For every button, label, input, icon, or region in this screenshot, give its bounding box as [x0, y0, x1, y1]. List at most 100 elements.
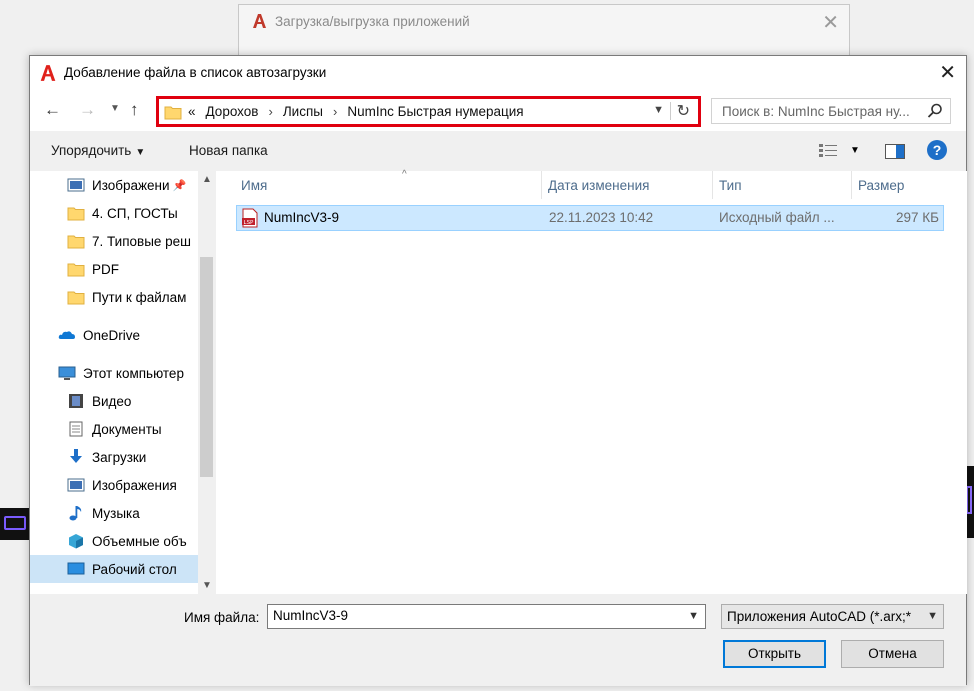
autocad-logo-icon [253, 14, 266, 28]
organize-label: Упорядочить [51, 143, 132, 158]
sidebar-item-label: Изображения [92, 477, 177, 493]
forward-button[interactable]: → [79, 100, 96, 120]
column-header-date[interactable]: Дата изменения [543, 171, 713, 199]
file-list: Имя ^ Дата изменения Тип Размер LSP NumI… [216, 169, 967, 594]
new-folder-button[interactable]: Новая папка [189, 143, 268, 158]
column-header-label: Имя [241, 178, 268, 193]
music-icon [69, 506, 82, 521]
back-button[interactable]: ← [44, 100, 61, 120]
sidebar-item-label: Рабочий стол [92, 561, 177, 577]
chevron-down-icon: ▼ [135, 147, 146, 158]
address-dropdown-icon[interactable]: ▼ [653, 104, 664, 116]
lisp-file-icon: LSP [242, 208, 258, 228]
search-icon[interactable] [926, 102, 944, 120]
sidebar-item-label: Изображени [92, 177, 170, 193]
pictures-icon [67, 178, 85, 192]
dialog-titlebar: Добавление файла в список автозагрузки ✕ [30, 56, 966, 89]
column-header-size[interactable]: Размер [853, 171, 945, 199]
close-icon[interactable]: ✕ [939, 60, 956, 85]
column-header-name[interactable]: Имя ^ [236, 169, 542, 199]
sidebar-item-label: OneDrive [83, 327, 141, 343]
view-options-dropdown-icon[interactable]: ▼ [850, 145, 860, 156]
navigation-pane-scrollbar[interactable]: ▲ ▼ [198, 171, 215, 594]
sidebar-item-video[interactable]: Видео [30, 387, 198, 415]
refresh-icon[interactable]: ↻ [677, 101, 690, 121]
preview-pane-icon[interactable] [885, 144, 905, 159]
downloads-icon [70, 449, 82, 463]
sidebar-item-folder[interactable]: 4. СП, ГОСТы [30, 199, 198, 227]
search-input[interactable]: Поиск в: NumInc Быстрая ну... [711, 98, 951, 124]
file-date: 22.11.2023 10:42 [549, 210, 654, 225]
help-icon[interactable]: ? [927, 140, 947, 160]
breadcrumb-item[interactable]: Лиспы [283, 104, 323, 119]
file-name: NumIncV3-9 [264, 210, 340, 225]
sidebar-item-folder[interactable]: PDF [30, 255, 198, 283]
sidebar-item-downloads[interactable]: Загрузки [30, 443, 198, 471]
file-type-value: Приложения AutoCAD (*.arx;* [727, 609, 912, 624]
sidebar-item-pictures-quick[interactable]: Изображени 📌 [30, 171, 198, 199]
sidebar-item-label: Этот компьютер [83, 365, 184, 381]
background-window-title: Загрузка/выгрузка приложений [251, 13, 470, 29]
divider [670, 102, 671, 120]
svg-text:LSP: LSP [244, 220, 255, 226]
autocad-logo-icon [40, 65, 56, 81]
organize-button[interactable]: Упорядочить ▼ [51, 143, 145, 158]
recent-locations-button[interactable]: ▼ [110, 103, 120, 114]
scrollbar-thumb[interactable] [200, 257, 213, 477]
table-row[interactable]: LSP NumIncV3-9 22.11.2023 10:42 Исходный… [236, 205, 944, 231]
documents-icon [69, 421, 83, 437]
navigation-bar: ← → ▼ ↑ « Дорохов › Лиспы › NumInc Быстр… [30, 89, 966, 131]
pin-icon: 📌 [172, 179, 187, 192]
sidebar-item-label: Видео [92, 393, 132, 409]
scroll-down-icon[interactable]: ▼ [202, 580, 212, 591]
breadcrumb-separator[interactable]: › [268, 104, 272, 119]
sidebar-item-folder[interactable]: 7. Типовые реш [30, 227, 198, 255]
filename-input[interactable]: NumIncV3-9 ▼ [267, 604, 706, 629]
sidebar-item-label: 4. СП, ГОСТы [92, 205, 178, 221]
dialog-footer: Имя файла: NumIncV3-9 ▼ Приложения AutoC… [30, 594, 966, 686]
sidebar-item-documents[interactable]: Документы [30, 415, 198, 443]
folder-icon [67, 291, 85, 305]
breadcrumb-prefix[interactable]: « [188, 104, 196, 119]
file-type-select[interactable]: Приложения AutoCAD (*.arx;* ▼ [721, 604, 944, 629]
folder-icon [67, 207, 85, 221]
sidebar-item-desktop[interactable]: Рабочий стол [30, 555, 198, 583]
up-button[interactable]: ↑ [130, 100, 139, 120]
sidebar-item-pictures[interactable]: Изображения [30, 471, 198, 499]
chevron-down-icon[interactable]: ▼ [925, 610, 938, 622]
background-close-icon[interactable]: ✕ [822, 10, 839, 35]
column-header-type[interactable]: Тип [714, 171, 852, 199]
toolbar: Упорядочить ▼ Новая папка ▼ ? [30, 131, 966, 171]
desktop-icon [67, 562, 85, 575]
breadcrumb-item[interactable]: NumInc Быстрая нумерация [347, 104, 523, 119]
sidebar-item-music[interactable]: Музыка [30, 499, 198, 527]
chevron-down-icon[interactable]: ▼ [688, 610, 699, 622]
scroll-up-icon[interactable]: ▲ [202, 174, 212, 185]
onedrive-icon [58, 331, 75, 339]
sidebar-item-label: Загрузки [92, 449, 147, 465]
sidebar-item-3d-objects[interactable]: Объемные объ [30, 527, 198, 555]
background-app-strip-left [0, 508, 32, 540]
breadcrumb-separator[interactable]: › [333, 104, 337, 119]
3d-objects-icon [69, 534, 83, 549]
sidebar-item-label: PDF [92, 261, 119, 277]
dialog-title: Добавление файла в список автозагрузки [64, 65, 327, 80]
sidebar-item-onedrive[interactable]: OneDrive [30, 321, 198, 349]
sidebar-item-label: Объемные объ [92, 533, 187, 549]
cancel-button[interactable]: Отмена [841, 640, 944, 668]
pictures-icon [67, 478, 85, 492]
file-open-dialog: Добавление файла в список автозагрузки ✕… [29, 55, 967, 686]
video-icon [69, 394, 83, 408]
view-options-icon[interactable] [819, 144, 839, 158]
folder-icon [164, 106, 182, 119]
sidebar-item-folder[interactable]: Пути к файлам [30, 283, 198, 311]
breadcrumb-item[interactable]: Дорохов [206, 104, 259, 119]
sidebar-item-this-pc[interactable]: Этот компьютер [30, 359, 198, 387]
folder-icon [67, 235, 85, 249]
filename-label: Имя файла: [184, 610, 260, 625]
filename-value: NumIncV3-9 [273, 608, 349, 623]
background-window-title-text: Загрузка/выгрузка приложений [275, 13, 470, 29]
address-bar[interactable]: « Дорохов › Лиспы › NumInc Быстрая нумер… [156, 96, 701, 127]
open-button[interactable]: Открыть [723, 640, 826, 668]
sort-ascending-icon: ^ [402, 169, 407, 180]
